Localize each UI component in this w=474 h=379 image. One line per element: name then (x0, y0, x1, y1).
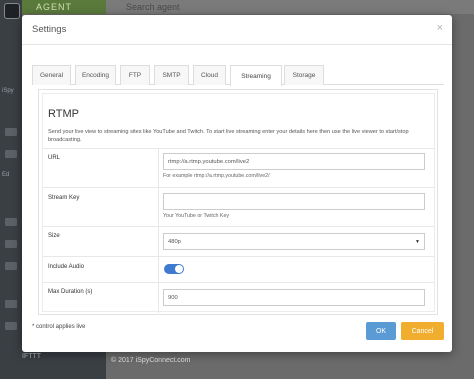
tab-ftp[interactable]: FTP (120, 65, 150, 85)
stream-key-input[interactable] (163, 193, 425, 210)
ok-button[interactable]: OK (366, 322, 396, 340)
size-selected-value: 480p (168, 239, 181, 245)
section-description: Send your live view to streaming sites l… (48, 129, 409, 143)
size-row: Size 480p ▼ (43, 226, 434, 256)
toggle-knob (175, 265, 183, 273)
tab-cloud[interactable]: Cloud (193, 65, 226, 85)
max-duration-input[interactable]: 900 (163, 289, 425, 306)
modal-header: Settings × (22, 15, 452, 45)
modal-title: Settings (32, 24, 67, 35)
max-duration-label: Max Duration (s) (48, 289, 93, 295)
tab-general[interactable]: General (32, 65, 71, 85)
video-icon[interactable] (5, 262, 17, 270)
live-control-note: * control applies live (32, 324, 86, 330)
brand-label: AGENT (22, 0, 106, 14)
row-divider (158, 188, 159, 226)
ifttt-link[interactable]: IFTTT (22, 353, 41, 360)
caret-down-icon: ▼ (415, 239, 420, 245)
streaming-panel: RTMP Send your live view to streaming si… (38, 89, 438, 315)
tab-streaming[interactable]: Streaming (230, 65, 282, 86)
mic-icon[interactable] (5, 128, 17, 136)
row-divider (158, 257, 159, 282)
size-label: Size (48, 233, 60, 239)
camera-icon[interactable] (5, 218, 17, 226)
side-label-ed: Ed (2, 172, 10, 178)
tab-smtp[interactable]: SMTP (154, 65, 189, 85)
eye-icon[interactable] (5, 150, 17, 158)
include-audio-toggle[interactable] (164, 264, 184, 274)
section-heading: RTMP (48, 108, 79, 120)
side-label-ispy: iSpy (2, 88, 14, 94)
settings-tabs: General Encoding FTP SMTP Cloud Streamin… (32, 65, 444, 86)
row-divider (158, 283, 159, 313)
cancel-button[interactable]: Cancel (401, 322, 444, 340)
footer-copyright: © 2017 iSpyConnect.com (111, 357, 191, 364)
size-select[interactable]: 480p ▼ (163, 233, 425, 250)
row-divider (158, 227, 159, 256)
list-icon[interactable] (5, 300, 17, 308)
stream-key-help: Your YouTube or Twitch Key (163, 213, 230, 219)
tab-storage[interactable]: Storage (284, 65, 324, 85)
settings-modal: Settings × General Encoding FTP SMTP Clo… (22, 15, 452, 352)
folder-icon[interactable] (5, 240, 17, 248)
max-duration-row: Max Duration (s) 900 (43, 282, 434, 313)
search-placeholder: Search agent (126, 2, 180, 12)
include-audio-label: Include Audio (48, 264, 85, 270)
gear-icon[interactable] (5, 322, 17, 330)
url-input[interactable]: rtmp://a.rtmp.youtube.com/live2 (163, 153, 425, 170)
row-divider (158, 149, 159, 187)
close-icon[interactable]: × (437, 22, 443, 34)
include-audio-row: Include Audio (43, 256, 434, 282)
app-topbar: Search agent (106, 0, 474, 14)
stream-key-label: Stream Key (48, 195, 80, 201)
app-logo (4, 3, 20, 19)
streaming-panel-inner: RTMP Send your live view to streaming si… (42, 93, 435, 313)
stream-key-row: Stream Key Your YouTube or Twitch Key (43, 187, 434, 226)
tab-encoding[interactable]: Encoding (75, 65, 116, 85)
url-help: For example rtmp://a.rtmp.youtube.com/li… (163, 173, 270, 179)
url-row: URL rtmp://a.rtmp.youtube.com/live2 For … (43, 148, 434, 187)
url-label: URL (48, 155, 61, 161)
